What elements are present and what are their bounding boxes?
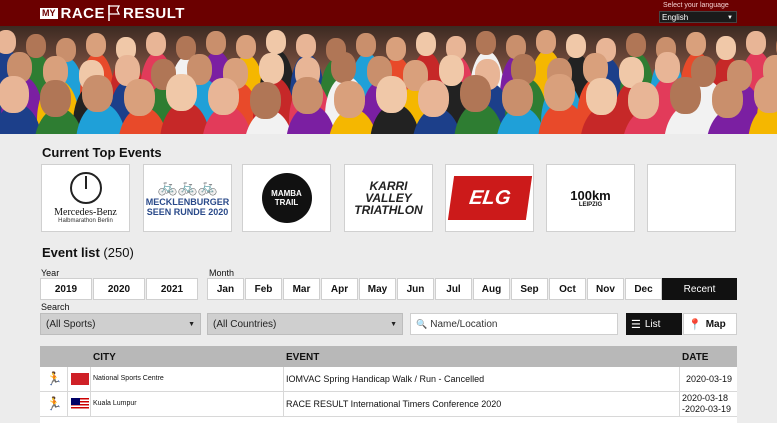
runner-icon: 🏃 xyxy=(46,371,63,386)
event-card-mercedes[interactable]: Mercedes-Benz Halbmarathon Berlin xyxy=(41,164,130,232)
event-card-name: MAMBA TRAIL xyxy=(261,173,312,223)
bicycles-icon: 🚲🚲🚲 xyxy=(157,179,218,196)
countries-value: (All Countries) xyxy=(213,318,277,330)
table-row[interactable]: 🏃 Kuala Lumpur RACE RESULT International… xyxy=(40,392,737,417)
table-row[interactable]: 🏃 National Sports Centre IOMVAC Spring H… xyxy=(40,367,737,392)
month-button-aug[interactable]: Aug xyxy=(473,278,510,300)
language-label: Select your language xyxy=(663,2,729,9)
year-label: Year xyxy=(41,268,60,278)
row-date: 2020-03-19 xyxy=(686,374,733,384)
row-city: National Sports Centre xyxy=(93,375,164,382)
event-card-name: 100km xyxy=(570,187,611,203)
column-header-event: EVENT xyxy=(286,352,320,363)
table-header: CITY EVENT DATE xyxy=(40,346,737,367)
event-card-elg[interactable]: ELG xyxy=(445,164,534,232)
map-pin-icon: 📍 xyxy=(688,318,702,331)
event-card-sub: Halbmarathon Berlin xyxy=(58,218,113,224)
event-card-mecklenburger[interactable]: 🚲🚲🚲 MECKLENBURGER SEEN RUNDE 2020 xyxy=(143,164,232,232)
event-card-karri-valley[interactable]: KARRI VALLEY TRIATHLON xyxy=(344,164,433,232)
event-card-line1: KARRI VALLEY xyxy=(365,179,412,205)
event-card-100km-leipzig[interactable]: 100km LEIPZIG xyxy=(546,164,635,232)
top-bar: MY RACE RESULT Select your language Engl… xyxy=(0,0,777,26)
year-button-2021[interactable]: 2021 xyxy=(146,278,198,300)
event-count: (250) xyxy=(103,245,134,260)
search-icon: 🔍 xyxy=(416,318,428,329)
mercedes-star-icon xyxy=(69,172,102,204)
month-button-nov[interactable]: Nov xyxy=(587,278,624,300)
language-value: English xyxy=(662,13,689,22)
site-logo[interactable]: MY RACE RESULT xyxy=(40,3,185,23)
finish-flag-icon xyxy=(108,5,121,21)
table-row[interactable] xyxy=(40,417,737,423)
events-table: CITY EVENT DATE 🏃 National Sports Centre… xyxy=(40,346,737,423)
month-button-jul[interactable]: Jul xyxy=(435,278,472,300)
event-card-line2: SEEN RUNDE 2020 xyxy=(146,207,229,217)
column-header-date: DATE xyxy=(682,352,709,363)
column-header-city: CITY xyxy=(93,352,116,363)
event-card-line1: MECKLENBURGER xyxy=(145,197,230,207)
month-button-feb[interactable]: Feb xyxy=(245,278,282,300)
chevron-down-icon: ▼ xyxy=(188,320,195,328)
row-event[interactable]: RACE RESULT International Timers Confere… xyxy=(286,399,501,409)
sports-value: (All Sports) xyxy=(46,318,96,330)
search-label: Search xyxy=(41,302,70,312)
month-button-apr[interactable]: Apr xyxy=(321,278,358,300)
month-button-jan[interactable]: Jan xyxy=(207,278,244,300)
logo-result: RESULT xyxy=(123,4,185,22)
event-list-title-text: Event list xyxy=(42,245,100,260)
list-label: List xyxy=(644,318,661,330)
language-select[interactable]: English ▼ xyxy=(659,11,737,23)
event-card-sub: LEIPZIG xyxy=(578,201,603,208)
map-view-button[interactable]: 📍 Map xyxy=(683,313,737,335)
month-button-may[interactable]: May xyxy=(359,278,396,300)
list-icon: ☰ xyxy=(631,318,641,331)
chevron-down-icon: ▼ xyxy=(390,320,397,328)
month-button-mar[interactable]: Mar xyxy=(283,278,320,300)
month-button-jun[interactable]: Jun xyxy=(397,278,434,300)
top-events-title: Current Top Events xyxy=(42,145,162,160)
row-date-end: -2020-03-19 xyxy=(682,404,732,414)
country-flag-icon xyxy=(71,373,89,385)
chevron-down-icon: ▼ xyxy=(727,15,733,21)
logo-race: RACE xyxy=(60,4,106,22)
row-event[interactable]: IOMVAC Spring Handicap Walk / Run - Canc… xyxy=(286,374,484,384)
row-date-start: 2020-03-18 xyxy=(682,393,729,403)
month-button-sep[interactable]: Sep xyxy=(511,278,548,300)
event-card-name: ELG xyxy=(447,176,532,220)
month-button-oct[interactable]: Oct xyxy=(549,278,586,300)
row-city: Kuala Lumpur xyxy=(93,400,137,407)
countries-select[interactable]: (All Countries) ▼ xyxy=(207,313,403,335)
location-search-input[interactable]: 🔍 Name/Location xyxy=(410,313,618,335)
recent-button[interactable]: Recent xyxy=(662,278,737,300)
country-flag-icon xyxy=(71,398,89,410)
year-button-2020[interactable]: 2020 xyxy=(93,278,145,300)
event-card-empty[interactable] xyxy=(647,164,736,232)
year-button-2019[interactable]: 2019 xyxy=(40,278,92,300)
logo-my: MY xyxy=(40,7,58,19)
month-label: Month xyxy=(209,268,235,278)
runner-icon: 🏃 xyxy=(46,396,63,411)
hero-banner xyxy=(0,26,777,134)
event-card-mamba-trail[interactable]: MAMBA TRAIL xyxy=(242,164,331,232)
event-card-name: Mercedes-Benz xyxy=(54,207,117,218)
map-label: Map xyxy=(705,318,726,330)
list-view-button[interactable]: ☰ List xyxy=(626,313,682,335)
row-date-range: 2020-03-18 -2020-03-19 xyxy=(682,393,731,415)
sports-select[interactable]: (All Sports) ▼ xyxy=(40,313,201,335)
month-button-dec[interactable]: Dec xyxy=(625,278,662,300)
event-card-line2: TRIATHLON xyxy=(354,203,423,217)
location-placeholder: Name/Location xyxy=(430,318,498,330)
event-list-title: Event list (250) xyxy=(42,245,134,260)
